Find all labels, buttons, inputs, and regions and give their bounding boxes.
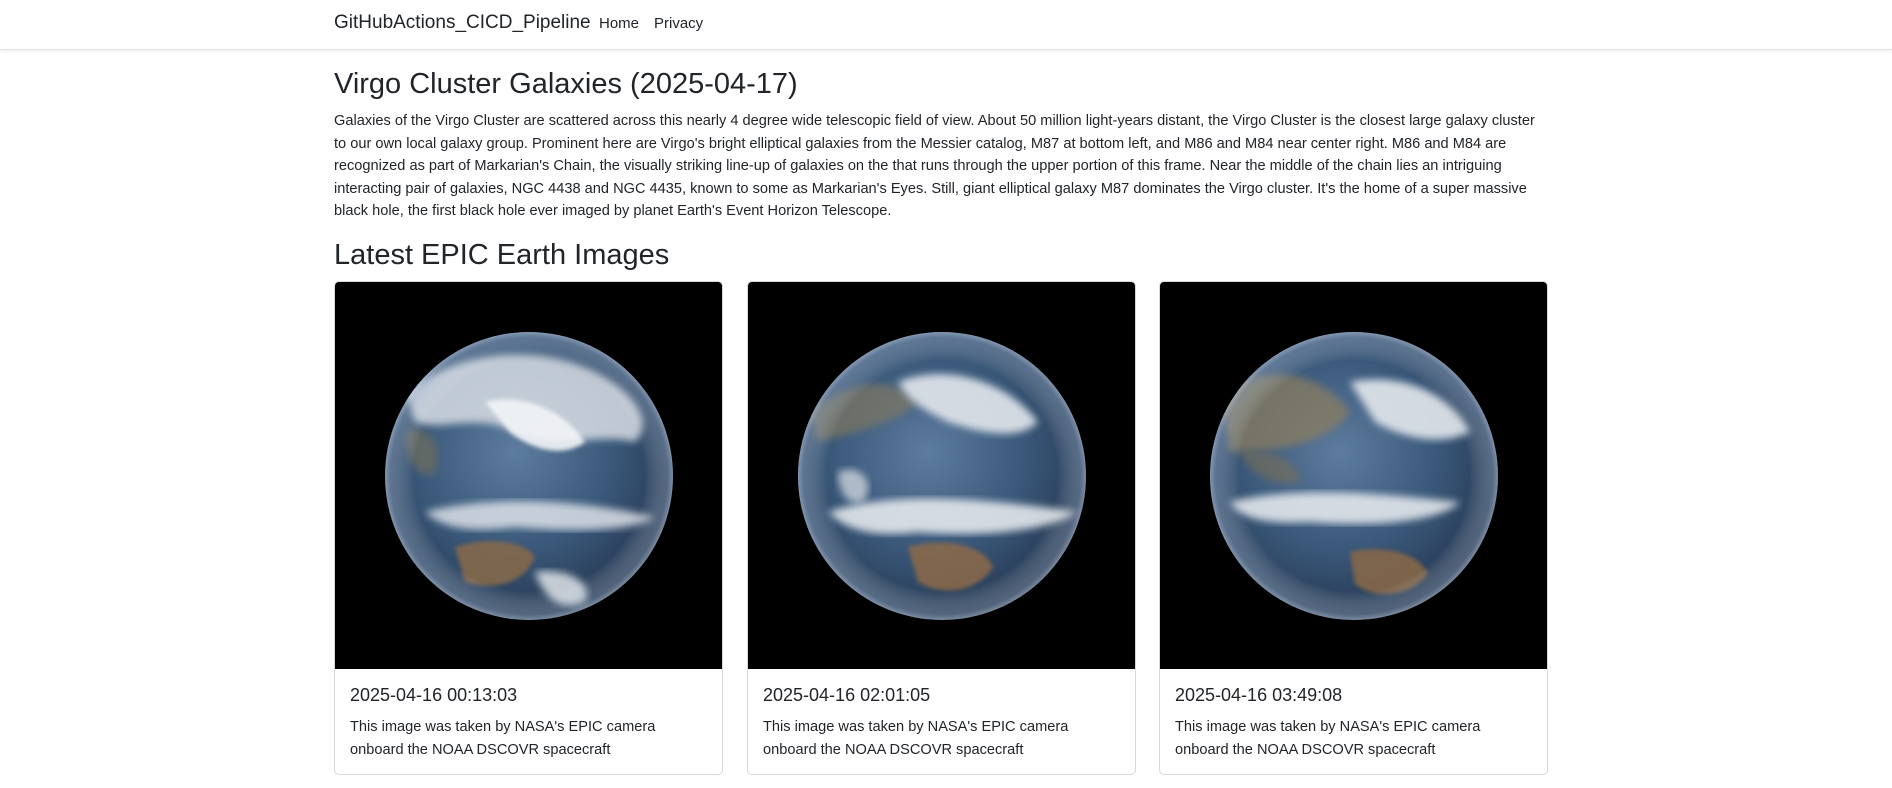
top-navbar: GitHubActions_CICD_Pipeline Home Privacy [0,0,1892,50]
image-caption: This image was taken by NASA's EPIC came… [1175,719,1481,758]
epic-section-heading: Latest EPIC Earth Images [334,239,670,271]
image-timestamp: 2025-04-16 03:49:08 [1175,685,1343,705]
image-caption: This image was taken by NASA's EPIC came… [763,719,1069,758]
apod-title: Virgo Cluster Galaxies (2025-04-17) [334,68,798,100]
image-caption: This image was taken by NASA's EPIC came… [350,719,656,758]
epic-image-card: 2025-04-16 03:49:08 This image was taken… [1159,281,1548,775]
earth-image [1160,282,1547,669]
earth-image [335,282,722,669]
brand-link[interactable]: GitHubActions_CICD_Pipeline [334,12,591,34]
epic-image-card: 2025-04-16 02:01:05 This image was taken… [747,281,1136,775]
image-timestamp: 2025-04-16 02:01:05 [763,685,931,705]
nav-home-link[interactable]: Home [599,15,639,32]
image-timestamp: 2025-04-16 00:13:03 [350,685,518,705]
apod-explanation: Galaxies of the Virgo Cluster are scatte… [334,113,1535,219]
earth-image [748,282,1135,669]
epic-image-card: 2025-04-16 00:13:03 This image was taken… [334,281,723,775]
nav-privacy-link[interactable]: Privacy [654,15,703,32]
